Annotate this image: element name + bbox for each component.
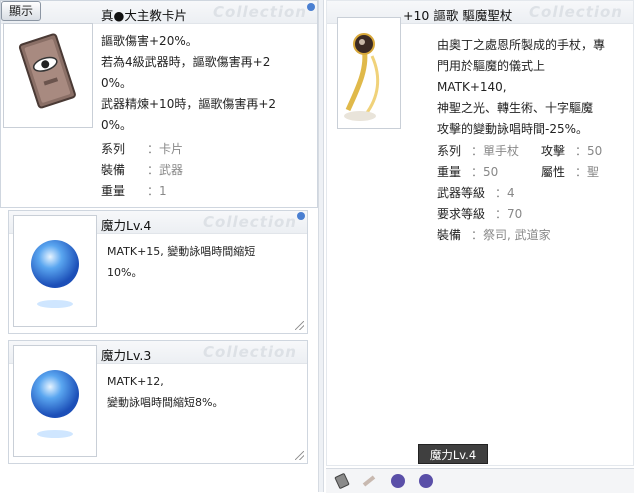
- weapon-image-box: [337, 17, 401, 129]
- card-detail-window: Collection 顯示 真●大主教卡片 謳歌傷害+20%。 若為4級武器時，…: [0, 0, 318, 208]
- card-properties: 系列：卡片 裝備：武器 重量： 1: [101, 142, 184, 198]
- item-description: MATK+15, 變動詠唱時間縮短 10%。: [107, 245, 256, 279]
- weapon-description: 由奧丁之處恩所製成的手杖，專 門用於驅魔的儀式上 MATK+140, 神聖之光、…: [437, 38, 606, 136]
- archbishop-card-icon: [18, 33, 76, 109]
- hover-tooltip: 魔力Lv.4: [418, 444, 488, 464]
- collection-watermark: Collection: [529, 3, 623, 21]
- orb-detail-window-2: Collection 魔力Lv.3 MATK+12, 變動詠唱時間縮短8%。: [8, 340, 308, 464]
- item-title: 魔力Lv.3: [101, 348, 152, 363]
- orb-slot-icon[interactable]: [418, 473, 434, 489]
- card-description: 謳歌傷害+20%。 若為4級武器時，謳歌傷害再+2 0%。 武器精煉+10時，謳…: [101, 34, 277, 132]
- card-slot-icon[interactable]: [334, 473, 350, 489]
- item-image-box: [13, 215, 97, 327]
- staff-slot-icon[interactable]: [362, 473, 378, 489]
- resize-handle[interactable]: [295, 451, 304, 460]
- collection-watermark: Collection: [213, 3, 307, 21]
- item-description: MATK+12, 變動詠唱時間縮短8%。: [107, 375, 224, 409]
- item-image-box: [13, 345, 97, 457]
- magic-orb-icon: [31, 240, 79, 308]
- weapon-properties: 系列：單手杖 攻擊： 50 重量： 50 屬性：聖 武器等級： 4 要求等級： 70 裝…: [437, 144, 603, 242]
- staff-icon: [344, 33, 380, 121]
- show-button[interactable]: 顯示: [1, 1, 41, 21]
- collection-watermark: Collection: [203, 213, 297, 231]
- card-image-box: [3, 23, 93, 128]
- item-title: 魔力Lv.4: [101, 218, 152, 233]
- item-slot-bar: [326, 468, 634, 493]
- magic-orb-icon: [31, 370, 79, 438]
- orb-slot-icon[interactable]: [390, 473, 406, 489]
- weapon-detail-window: Collection +10 謳歌 驅魔聖杖 由奧丁之處恩所製成的手杖，專 門用…: [326, 0, 634, 466]
- weapon-title: +10 謳歌 驅魔聖杖: [403, 8, 513, 23]
- orb-detail-window-1: Collection 魔力Lv.4 MATK+15, 變動詠唱時間縮短 10%。: [8, 210, 308, 334]
- pane-divider[interactable]: [318, 0, 324, 492]
- collection-watermark: Collection: [203, 343, 297, 361]
- window-corner-icon[interactable]: [307, 3, 315, 11]
- card-title: 真●大主教卡片: [101, 8, 187, 23]
- resize-handle[interactable]: [295, 321, 304, 330]
- window-corner-icon[interactable]: [297, 212, 305, 220]
